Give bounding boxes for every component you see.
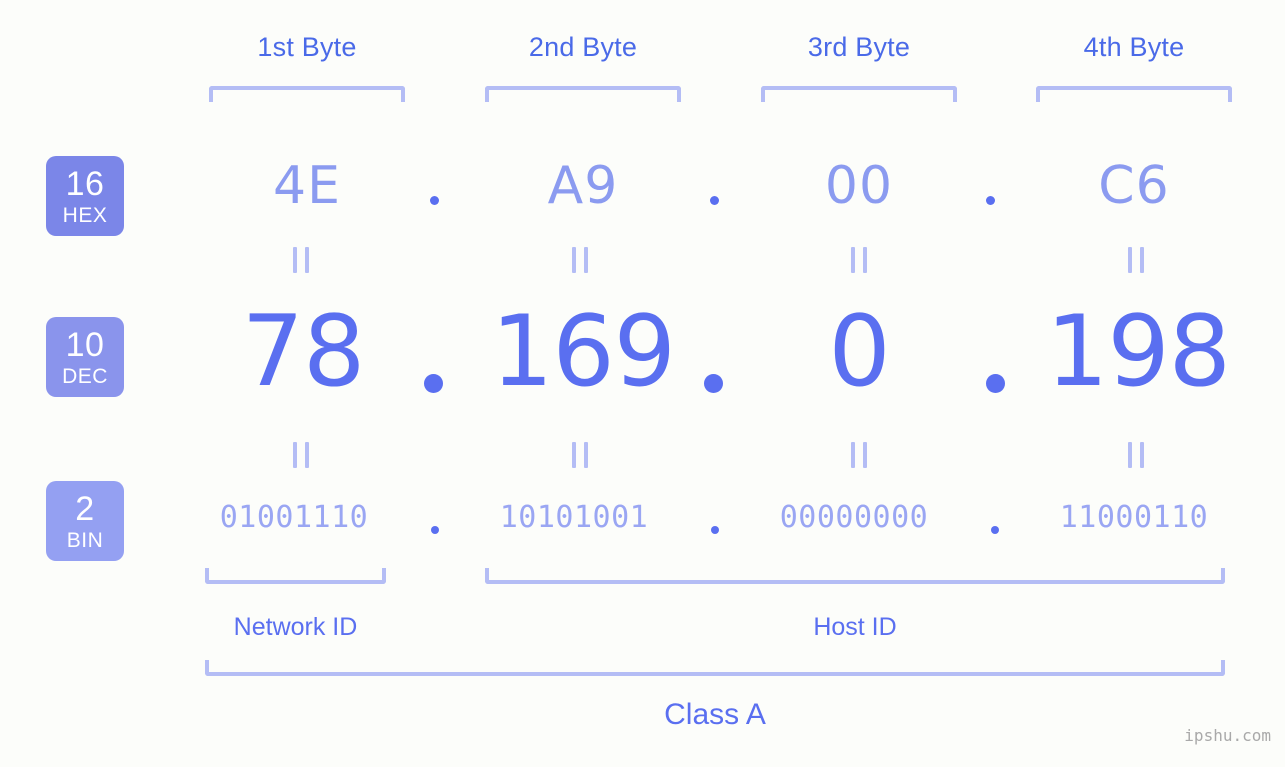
host-id-label: Host ID (813, 613, 897, 641)
bin-separator-3 (991, 526, 999, 534)
base-badge-bin: 2 BIN (46, 481, 124, 561)
byte-bracket-1 (209, 86, 405, 102)
byte-header-4: 4th Byte (1083, 32, 1185, 62)
hex-separator-2 (710, 196, 719, 205)
byte-bracket-2 (485, 86, 681, 102)
dec-octet-1: 78 (241, 295, 366, 409)
dec-octet-3: 0 (828, 295, 890, 409)
base-badge-bin-number: 2 (75, 489, 95, 528)
base-badge-dec: 10 DEC (46, 317, 124, 397)
site-watermark: ipshu.com (1184, 726, 1271, 745)
dec-separator-3 (986, 374, 1005, 393)
hex-separator-3 (986, 196, 995, 205)
byte-header-1: 1st Byte (257, 32, 357, 62)
byte-bracket-4 (1036, 86, 1232, 102)
bin-octet-4: 11000110 (1059, 500, 1209, 535)
hex-octet-3: 00 (824, 156, 894, 216)
base-badge-hex-number: 16 (65, 164, 105, 203)
equals-symbol-hex-dec-4 (1128, 247, 1144, 273)
equals-symbol-dec-bin-1 (293, 442, 309, 468)
equals-symbol-dec-bin-4 (1128, 442, 1144, 468)
hex-octet-1: 4E (273, 156, 341, 216)
base-badge-dec-number: 10 (65, 325, 105, 364)
dec-octet-2: 169 (490, 295, 676, 409)
base-badge-bin-name: BIN (66, 528, 104, 552)
dec-octet-4: 198 (1045, 295, 1231, 409)
dec-separator-1 (424, 374, 443, 393)
network-id-bracket (205, 568, 386, 584)
dec-separator-2 (704, 374, 723, 393)
hex-octet-2: A9 (547, 156, 619, 216)
byte-bracket-3 (761, 86, 957, 102)
class-label: Class A (664, 698, 766, 731)
base-badge-hex: 16 HEX (46, 156, 124, 236)
bin-separator-1 (431, 526, 439, 534)
host-id-bracket (485, 568, 1225, 584)
bin-octet-2: 10101001 (499, 500, 649, 535)
bin-separator-2 (711, 526, 719, 534)
base-badge-dec-name: DEC (62, 364, 108, 388)
network-id-label: Network ID (233, 613, 358, 641)
ip-breakdown-diagram: 1st Byte 2nd Byte 3rd Byte 4th Byte 16 H… (0, 0, 1285, 767)
equals-symbol-hex-dec-3 (851, 247, 867, 273)
equals-symbol-dec-bin-3 (851, 442, 867, 468)
class-bracket (205, 660, 1225, 676)
equals-symbol-hex-dec-1 (293, 247, 309, 273)
byte-header-3: 3rd Byte (807, 32, 911, 62)
hex-octet-4: C6 (1098, 156, 1170, 216)
bin-octet-3: 00000000 (779, 500, 929, 535)
bin-octet-1: 01001110 (219, 500, 369, 535)
hex-separator-1 (430, 196, 439, 205)
base-badge-hex-name: HEX (62, 203, 108, 227)
byte-header-2: 2nd Byte (528, 32, 638, 62)
equals-symbol-dec-bin-2 (572, 442, 588, 468)
equals-symbol-hex-dec-2 (572, 247, 588, 273)
